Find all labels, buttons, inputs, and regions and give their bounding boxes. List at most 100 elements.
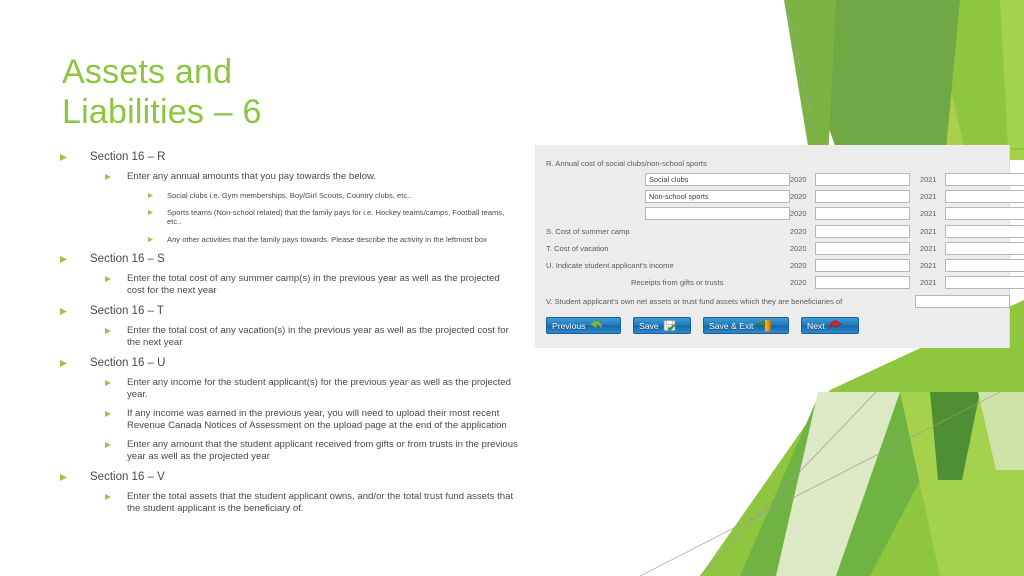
bullet-level3: Sports teams (Non-school related) that t… <box>60 208 530 227</box>
year-prev-label: 2020 <box>790 227 807 236</box>
bullet-triangle-icon <box>60 256 67 264</box>
form-body: R. Annual cost of social clubs/non-schoo… <box>535 145 1024 348</box>
exit-door-icon <box>757 319 772 332</box>
save-and-exit-button[interactable]: Save & Exit <box>703 317 789 334</box>
bullet-text: If any income was earned in the previous… <box>127 408 507 431</box>
bullet-text: Enter any annual amounts that you pay to… <box>127 171 377 182</box>
amount-next-input[interactable] <box>945 259 1024 272</box>
year-prev-label: 2020 <box>790 209 807 218</box>
bullet-level3: Any other activities that the family pay… <box>60 235 530 244</box>
bullet-text: Enter the total cost of any summer camp(… <box>127 273 500 296</box>
amount-prev-input[interactable] <box>815 276 910 289</box>
previous-button[interactable]: Previous <box>546 317 621 334</box>
year-next-label: 2021 <box>920 244 937 253</box>
social-clubs-input[interactable]: Social clubs <box>645 173 790 186</box>
save-button-label: Save <box>639 320 659 331</box>
amount-prev-input[interactable] <box>815 190 910 203</box>
bullet-level1: Section 16 – U <box>60 356 530 371</box>
other-activity-input[interactable] <box>645 207 790 220</box>
bullet-text: Any other activities that the family pay… <box>167 234 487 244</box>
deco-shape-top-2 <box>930 0 1024 150</box>
bullet-triangle-icon <box>105 276 111 283</box>
amount-prev-input[interactable] <box>815 173 910 186</box>
deco-shape-top-3 <box>784 0 960 160</box>
year-prev-label: 2020 <box>790 175 807 184</box>
form-screenshot-panel: R. Annual cost of social clubs/non-schoo… <box>524 145 1024 348</box>
slide-title: Assets and Liabilities – 6 <box>62 53 262 131</box>
bullet-text: Enter any income for the student applica… <box>127 377 511 400</box>
bullet-triangle-icon <box>60 308 67 316</box>
save-button[interactable]: Save <box>633 317 691 334</box>
bullet-triangle-icon <box>105 494 111 501</box>
amount-next-input[interactable] <box>945 207 1024 220</box>
bullet-level1: Section 16 – S <box>60 252 530 267</box>
year-prev-label: 2020 <box>790 192 807 201</box>
deco-shape-bottom-3 <box>776 392 900 576</box>
amount-prev-input[interactable] <box>815 242 910 255</box>
amount-next-input[interactable] <box>945 225 1024 238</box>
bullet-text: Enter the total cost of any vacation(s) … <box>127 325 509 348</box>
next-button[interactable]: Next <box>801 317 859 334</box>
forward-arrow-icon <box>829 320 843 331</box>
bullet-text: Section 16 – S <box>90 253 165 266</box>
bullet-level3: Social clubs i.e. Gym memberships, Boy/G… <box>60 191 530 200</box>
amount-next-input[interactable] <box>945 173 1024 186</box>
deco-shape-bottom-5 <box>930 392 980 480</box>
back-arrow-icon <box>589 320 603 331</box>
bullet-text: Section 16 – T <box>90 305 164 318</box>
year-next-label: 2021 <box>920 278 937 287</box>
save-and-exit-button-label: Save & Exit <box>709 320 754 331</box>
section-s-heading: S. Cost of summer camp <box>546 227 630 236</box>
year-next-label: 2021 <box>920 227 937 236</box>
amount-next-input[interactable] <box>945 190 1024 203</box>
deco-shape-top-5 <box>1000 0 1024 148</box>
bullet-level2: Enter the total assets that the student … <box>60 491 530 514</box>
floppy-disk-icon <box>663 319 676 332</box>
bullet-triangle-icon <box>105 442 111 449</box>
section-t-heading: T. Cost of vacation <box>546 244 609 253</box>
bullet-triangle-icon <box>60 154 67 161</box>
next-button-label: Next <box>807 320 825 331</box>
bullet-level1: Section 16 – R <box>60 150 530 165</box>
bullet-triangle-icon <box>148 236 153 242</box>
bullet-level2: Enter the total cost of any vacation(s) … <box>60 325 530 348</box>
deco-hairline-bottom-b <box>699 391 877 576</box>
deco-shape-bottom-4 <box>900 392 1024 576</box>
deco-hairline-bottom-a <box>639 391 1001 576</box>
bullet-text: Section 16 – R <box>90 151 166 163</box>
amount-next-input[interactable] <box>945 276 1024 289</box>
receipts-gifts-trusts-label: Receipts from gifts or trusts <box>631 278 724 287</box>
bullet-level2: Enter any amount that the student applic… <box>60 439 530 462</box>
year-next-label: 2021 <box>920 175 937 184</box>
slide-canvas: Assets and Liabilities – 6 Section 16 – … <box>0 0 1024 576</box>
bullet-text: Sports teams (Non-school related) that t… <box>167 207 505 227</box>
section-u-heading: U. Indicate student applicant's income <box>546 261 674 270</box>
bullet-text: Social clubs i.e. Gym memberships, Boy/G… <box>167 190 412 200</box>
non-school-sports-input[interactable]: Non-school sports <box>645 190 790 203</box>
amount-next-input[interactable] <box>945 242 1024 255</box>
amount-prev-input[interactable] <box>815 259 910 272</box>
deco-shape-bottom-2 <box>740 392 966 576</box>
year-next-label: 2021 <box>920 192 937 201</box>
bullet-text: Enter any amount that the student applic… <box>127 439 518 462</box>
year-prev-label: 2020 <box>790 278 807 287</box>
bullet-text: Section 16 – V <box>90 471 165 484</box>
year-prev-label: 2020 <box>790 261 807 270</box>
deco-hairline-top <box>785 1 819 151</box>
year-next-label: 2021 <box>920 261 937 270</box>
bullet-triangle-icon <box>148 209 153 215</box>
amount-prev-input[interactable] <box>815 207 910 220</box>
deco-shape-top-4 <box>784 0 836 158</box>
bullet-list: Section 16 – R Enter any annual amounts … <box>60 150 530 522</box>
previous-button-label: Previous <box>552 320 586 331</box>
bullet-level2: Enter the total cost of any summer camp(… <box>60 273 530 296</box>
bullet-triangle-icon <box>105 411 111 418</box>
bullet-triangle-icon <box>105 380 111 387</box>
bullet-triangle-icon <box>60 360 67 368</box>
bullet-level2: If any income was earned in the previous… <box>60 408 530 431</box>
bullet-triangle-icon <box>105 174 111 180</box>
bullet-text: Section 16 – U <box>90 357 166 370</box>
amount-prev-input[interactable] <box>815 225 910 238</box>
bullet-triangle-icon <box>60 474 67 482</box>
net-assets-input[interactable] <box>915 295 1010 308</box>
